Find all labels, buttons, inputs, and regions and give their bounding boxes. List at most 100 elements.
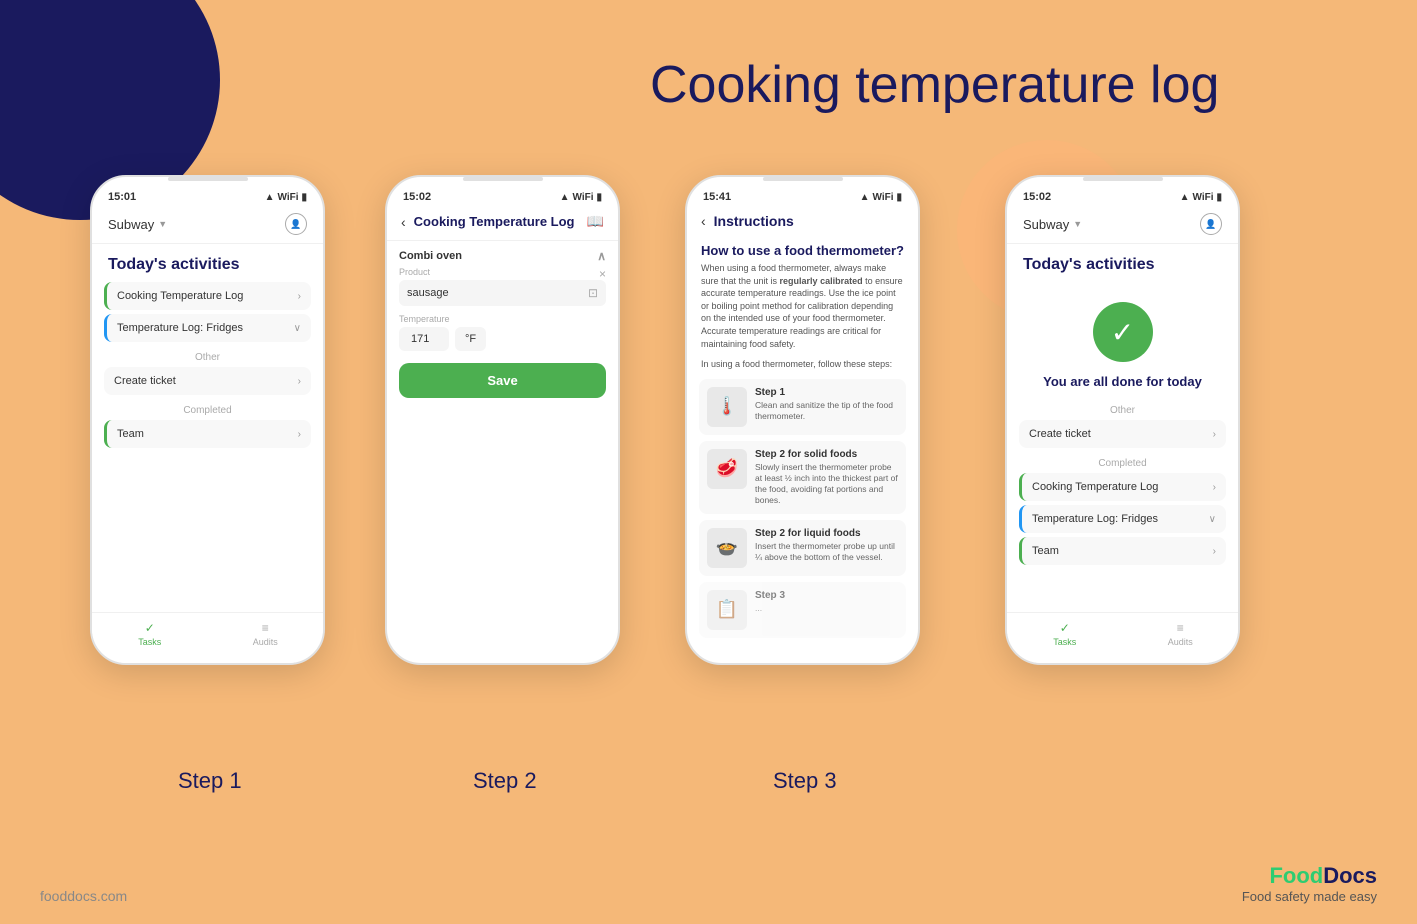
bottom-nav-1: ✓ Tasks ≡ Audits — [92, 612, 323, 663]
nav-tasks-4[interactable]: ✓ Tasks — [1007, 621, 1123, 647]
time-3: 15:41 — [703, 191, 731, 203]
form-section-title-2: Combi oven ∧ — [399, 249, 606, 263]
step1-image: 🌡️ — [707, 387, 747, 427]
phone2-title: Cooking Temperature Log — [414, 214, 579, 229]
battery-icon-3: ▮ — [896, 192, 902, 203]
back-btn-2[interactable]: ‹ — [401, 214, 406, 230]
team-label-4: Team — [1032, 545, 1059, 557]
task-fridge-log-1[interactable]: Temperature Log: Fridges ∨ — [104, 314, 311, 342]
profile-icon-1[interactable]: 👤 — [285, 213, 307, 235]
temperature-field: Temperature 171 °F — [399, 314, 606, 351]
instructions-intro: In using a food thermometer, follow thes… — [687, 358, 918, 379]
nav-tasks-1[interactable]: ✓ Tasks — [92, 621, 208, 647]
wifi-icon-2: WiFi — [572, 192, 593, 203]
chevron-down-icon-4: ▼ — [1073, 219, 1082, 229]
phone1-header: Subway ▼ 👤 — [92, 207, 323, 244]
cooking-log-label-4: Cooking Temperature Log — [1032, 481, 1158, 493]
phone4-title: Today's activities — [1007, 244, 1238, 282]
step3-desc: Insert the thermometer probe up until ¼ … — [755, 541, 898, 563]
footer-website: fooddocs.com — [40, 888, 127, 904]
step1-title: Step 1 — [755, 387, 898, 398]
bottom-nav-4: ✓ Tasks ≡ Audits — [1007, 612, 1238, 663]
team-completed-4[interactable]: Team › — [1019, 537, 1226, 565]
step2-title: Step 2 for solid foods — [755, 449, 898, 460]
step3-image: 🍲 — [707, 528, 747, 568]
instruction-step-2: 🥩 Step 2 for solid foods Slowly insert t… — [699, 441, 906, 514]
status-bar-1: 15:01 ▲ WiFi ▮ — [92, 183, 323, 207]
signal-icon-3: ▲ — [860, 192, 870, 203]
step4-content: Step 3 ... — [755, 590, 785, 614]
tasks-label-1: Tasks — [138, 637, 161, 647]
status-icons-1: ▲ WiFi ▮ — [265, 192, 307, 203]
phone-2: 15:02 ▲ WiFi ▮ ‹ Cooking Temperature Log… — [385, 175, 620, 665]
cooking-log-completed-4[interactable]: Cooking Temperature Log › — [1019, 473, 1226, 501]
create-ticket-label-1: Create ticket — [114, 375, 176, 387]
book-icon-2[interactable]: 📖 — [587, 213, 604, 230]
step2-content: Step 2 for solid foods Slowly insert the… — [755, 449, 898, 506]
temp-unit[interactable]: °F — [455, 327, 486, 351]
done-check-icon: ✓ — [1093, 302, 1153, 362]
done-text: You are all done for today — [1043, 374, 1202, 389]
wifi-icon-4: WiFi — [1192, 192, 1213, 203]
time-2: 15:02 — [403, 191, 431, 203]
step1-label: Step 1 — [178, 768, 242, 794]
section-name-2: Combi oven — [399, 250, 462, 262]
step3-title: Step 2 for liquid foods — [755, 528, 898, 539]
close-icon-2[interactable]: × — [599, 267, 606, 281]
temp-value[interactable]: 171 — [399, 327, 449, 351]
task-cooking-log-1[interactable]: Cooking Temperature Log › — [104, 282, 311, 310]
profile-icon-4[interactable]: 👤 — [1200, 213, 1222, 235]
phone-1: 15:01 ▲ WiFi ▮ Subway ▼ 👤 Today's activi… — [90, 175, 325, 665]
time-1: 15:01 — [108, 191, 136, 203]
battery-icon-2: ▮ — [596, 192, 602, 203]
notch-3 — [763, 177, 843, 181]
fridge-log-completed-4[interactable]: Temperature Log: Fridges ∨ — [1019, 505, 1226, 533]
instructions-subtitle: How to use a food thermometer? — [687, 239, 918, 262]
team-task-1[interactable]: Team › — [104, 420, 311, 448]
location-label-1[interactable]: Subway ▼ — [108, 217, 167, 232]
product-label: Product — [399, 267, 606, 277]
step4-title: Step 3 — [755, 590, 785, 601]
signal-icon-4: ▲ — [1180, 192, 1190, 203]
task-chevron-icon: › — [298, 291, 301, 302]
nav-audits-4[interactable]: ≡ Audits — [1123, 621, 1239, 647]
notch-1 — [168, 177, 248, 181]
location-text-1: Subway — [108, 217, 154, 232]
tasks-icon-4: ✓ — [1060, 621, 1070, 635]
status-icons-3: ▲ WiFi ▮ — [860, 192, 902, 203]
phone2-header: ‹ Cooking Temperature Log 📖 — [387, 207, 618, 241]
battery-icon: ▮ — [301, 192, 307, 203]
save-button[interactable]: Save — [399, 363, 606, 398]
status-icons-4: ▲ WiFi ▮ — [1180, 192, 1222, 203]
product-input[interactable]: sausage ⊡ — [399, 280, 606, 306]
form-section-2: Combi oven ∧ × Product sausage ⊡ Tempera… — [399, 249, 606, 351]
step3-label: Step 3 — [773, 768, 837, 794]
time-4: 15:02 — [1023, 191, 1051, 203]
nav-audits-1[interactable]: ≡ Audits — [208, 621, 324, 647]
wifi-icon-3: WiFi — [872, 192, 893, 203]
create-ticket-label-4: Create ticket — [1029, 428, 1091, 440]
temperature-label: Temperature — [399, 314, 606, 324]
location-label-4[interactable]: Subway ▼ — [1023, 217, 1082, 232]
instruction-step-3: 🍲 Step 2 for liquid foods Insert the the… — [699, 520, 906, 576]
team-chevron-icon: › — [298, 429, 301, 440]
step3-content: Step 2 for liquid foods Insert the therm… — [755, 528, 898, 563]
footer-brand-section: FoodDocs Food safety made easy — [1242, 863, 1377, 904]
done-section: ✓ You are all done for today — [1007, 282, 1238, 399]
create-ticket-task-4[interactable]: Create ticket › — [1019, 420, 1226, 448]
scan-icon: ⊡ — [588, 286, 598, 300]
step4-desc: ... — [755, 603, 785, 614]
instruction-step-1: 🌡️ Step 1 Clean and sanitize the tip of … — [699, 379, 906, 435]
phone-3: 15:41 ▲ WiFi ▮ ‹ Instructions How to use… — [685, 175, 920, 665]
step4-image: 📋 — [707, 590, 747, 630]
audits-icon-1: ≡ — [262, 621, 269, 635]
brand-docs: Docs — [1323, 863, 1377, 888]
tasks-label-4: Tasks — [1053, 637, 1076, 647]
product-value: sausage — [407, 287, 449, 299]
create-ticket-task-1[interactable]: Create ticket › — [104, 367, 311, 395]
notch-4 — [1083, 177, 1163, 181]
completed-section-label-4: Completed — [1007, 452, 1238, 473]
status-bar-4: 15:02 ▲ WiFi ▮ — [1007, 183, 1238, 207]
expand-icon-2[interactable]: ∧ — [597, 249, 606, 263]
back-btn-3[interactable]: ‹ — [701, 213, 706, 229]
